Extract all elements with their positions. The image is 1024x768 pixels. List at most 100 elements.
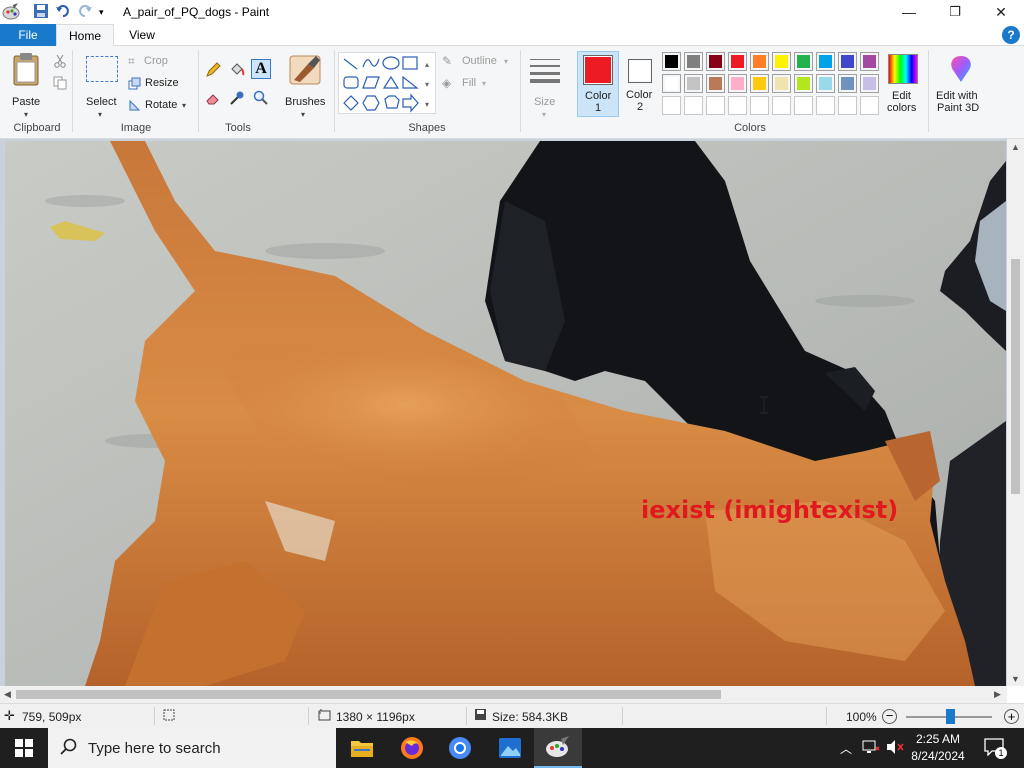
custom-color-slot[interactable] — [860, 96, 879, 115]
fill-bucket-icon[interactable] — [229, 62, 245, 81]
vertical-scroll-thumb[interactable] — [1011, 259, 1020, 494]
palette-swatch[interactable] — [838, 74, 857, 93]
line-size-icon — [530, 58, 560, 87]
resize-button[interactable]: Resize — [128, 76, 188, 92]
color1-selector[interactable]: Color 1 — [577, 51, 619, 117]
zoom-out-button[interactable]: − — [882, 709, 897, 724]
custom-color-slot[interactable] — [684, 96, 703, 115]
palette-swatch[interactable] — [772, 52, 791, 71]
paste-button[interactable]: Paste ▾ — [6, 52, 46, 119]
color1-number: 1 — [595, 102, 602, 114]
custom-color-slot[interactable] — [728, 96, 747, 115]
palette-swatch[interactable] — [662, 52, 681, 71]
taskbar-search-box[interactable]: Type here to search — [48, 728, 336, 768]
chrome-taskbar-button[interactable] — [436, 728, 484, 768]
palette-swatch[interactable] — [706, 74, 725, 93]
start-button[interactable] — [0, 728, 48, 768]
custom-color-slot[interactable] — [838, 96, 857, 115]
scroll-down-icon[interactable]: ▼ — [1011, 674, 1020, 684]
copy-icon[interactable] — [53, 76, 67, 93]
zoom-in-button[interactable]: + — [1004, 709, 1019, 724]
color2-selector[interactable]: Color 2 — [622, 51, 660, 117]
custom-color-slot[interactable] — [816, 96, 835, 115]
pencil-icon[interactable] — [205, 62, 221, 81]
eraser-icon[interactable] — [205, 90, 221, 109]
close-button[interactable]: ✕ — [978, 0, 1024, 24]
save-icon[interactable] — [33, 3, 49, 22]
size-button[interactable]: Size ▾ — [526, 52, 564, 119]
photos-taskbar-button[interactable] — [486, 728, 534, 768]
palette-swatch[interactable] — [684, 74, 703, 93]
chrome-icon — [449, 737, 471, 759]
tab-view[interactable]: View — [118, 24, 166, 46]
vertical-scrollbar[interactable]: ▲ ▼ — [1007, 139, 1024, 686]
palette-swatch[interactable] — [728, 52, 747, 71]
scroll-up-icon[interactable]: ▲ — [1011, 142, 1020, 152]
palette-swatch[interactable] — [728, 74, 747, 93]
clock-date[interactable]: 8/24/2024 — [906, 749, 970, 763]
custom-color-slot[interactable] — [772, 96, 791, 115]
palette-swatch[interactable] — [860, 74, 879, 93]
custom-color-slot[interactable] — [794, 96, 813, 115]
custom-color-slot[interactable] — [706, 96, 725, 115]
clock-time[interactable]: 2:25 AM — [908, 732, 968, 746]
palette-swatch[interactable] — [706, 52, 725, 71]
shapes-gallery[interactable]: ▴ ▾ ▾ — [338, 52, 436, 114]
palette-swatch[interactable] — [750, 52, 769, 71]
show-hidden-icons-icon[interactable]: ︿ — [840, 740, 852, 757]
edit-with-paint3d-button[interactable]: Edit with Paint 3D — [932, 52, 990, 118]
swatch-fill — [709, 55, 722, 68]
minimize-button[interactable]: — — [886, 0, 932, 24]
help-icon[interactable]: ? — [1002, 26, 1020, 44]
custom-color-slot[interactable] — [750, 96, 769, 115]
palette-swatch[interactable] — [684, 52, 703, 71]
paint-taskbar-button[interactable] — [534, 728, 582, 768]
cut-icon[interactable] — [53, 54, 67, 71]
firefox-taskbar-button[interactable] — [388, 728, 436, 768]
network-icon[interactable] — [862, 739, 880, 758]
volume-muted-icon[interactable] — [886, 739, 904, 758]
scroll-left-icon[interactable]: ◀ — [4, 689, 11, 700]
horizontal-scroll-thumb[interactable] — [16, 690, 721, 699]
customize-quick-access-icon[interactable]: ▾ — [99, 7, 104, 18]
custom-color-slot[interactable] — [662, 96, 681, 115]
maximize-button[interactable]: ❐ — [932, 0, 978, 24]
palette-swatch[interactable] — [794, 74, 813, 93]
selection-size-icon — [162, 708, 176, 725]
palette-swatch[interactable] — [750, 74, 769, 93]
redo-icon[interactable] — [77, 3, 93, 22]
rotate-label: Rotate — [145, 99, 178, 111]
image-canvas[interactable]: iexist (imightexist) — [5, 141, 1006, 686]
swatch-fill — [819, 55, 832, 68]
text-tool-icon[interactable]: A — [251, 59, 271, 79]
file-explorer-taskbar-button[interactable] — [338, 728, 386, 768]
tab-home[interactable]: Home — [56, 24, 114, 47]
palette-swatch[interactable] — [816, 52, 835, 71]
crop-button[interactable]: ⌗ Crop — [128, 54, 188, 70]
select-button[interactable]: Select ▾ — [80, 52, 124, 119]
brushes-button[interactable]: Brushes ▾ — [282, 52, 328, 119]
swatch-fill — [797, 55, 810, 68]
undo-icon[interactable] — [55, 3, 71, 22]
palette-swatch[interactable] — [838, 52, 857, 71]
swatch-fill — [665, 55, 678, 68]
rotate-button[interactable]: Rotate ▾ — [128, 98, 192, 114]
tab-file[interactable]: File — [0, 24, 56, 46]
fill-button[interactable]: ◈ Fill ▾ — [442, 76, 498, 92]
color-picker-icon[interactable] — [229, 90, 245, 109]
magnifier-icon[interactable] — [253, 90, 269, 109]
palette-swatch[interactable] — [662, 74, 681, 93]
zoom-slider-thumb[interactable] — [946, 709, 955, 724]
image-dimensions-icon — [318, 708, 332, 725]
scroll-right-icon[interactable]: ▶ — [994, 689, 1001, 700]
outline-button[interactable]: ✎ Outline ▾ — [442, 54, 514, 70]
edit-colors-button[interactable]: Edit colors — [884, 52, 924, 118]
palette-swatch[interactable] — [860, 52, 879, 71]
palette-swatch[interactable] — [794, 52, 813, 71]
swatch-fill — [753, 77, 766, 90]
palette-swatch[interactable] — [816, 74, 835, 93]
horizontal-scrollbar[interactable]: ◀ ▶ — [0, 686, 1007, 703]
svg-text:▴: ▴ — [425, 60, 429, 69]
palette-swatch[interactable] — [772, 74, 791, 93]
svg-text:▾: ▾ — [425, 100, 429, 109]
